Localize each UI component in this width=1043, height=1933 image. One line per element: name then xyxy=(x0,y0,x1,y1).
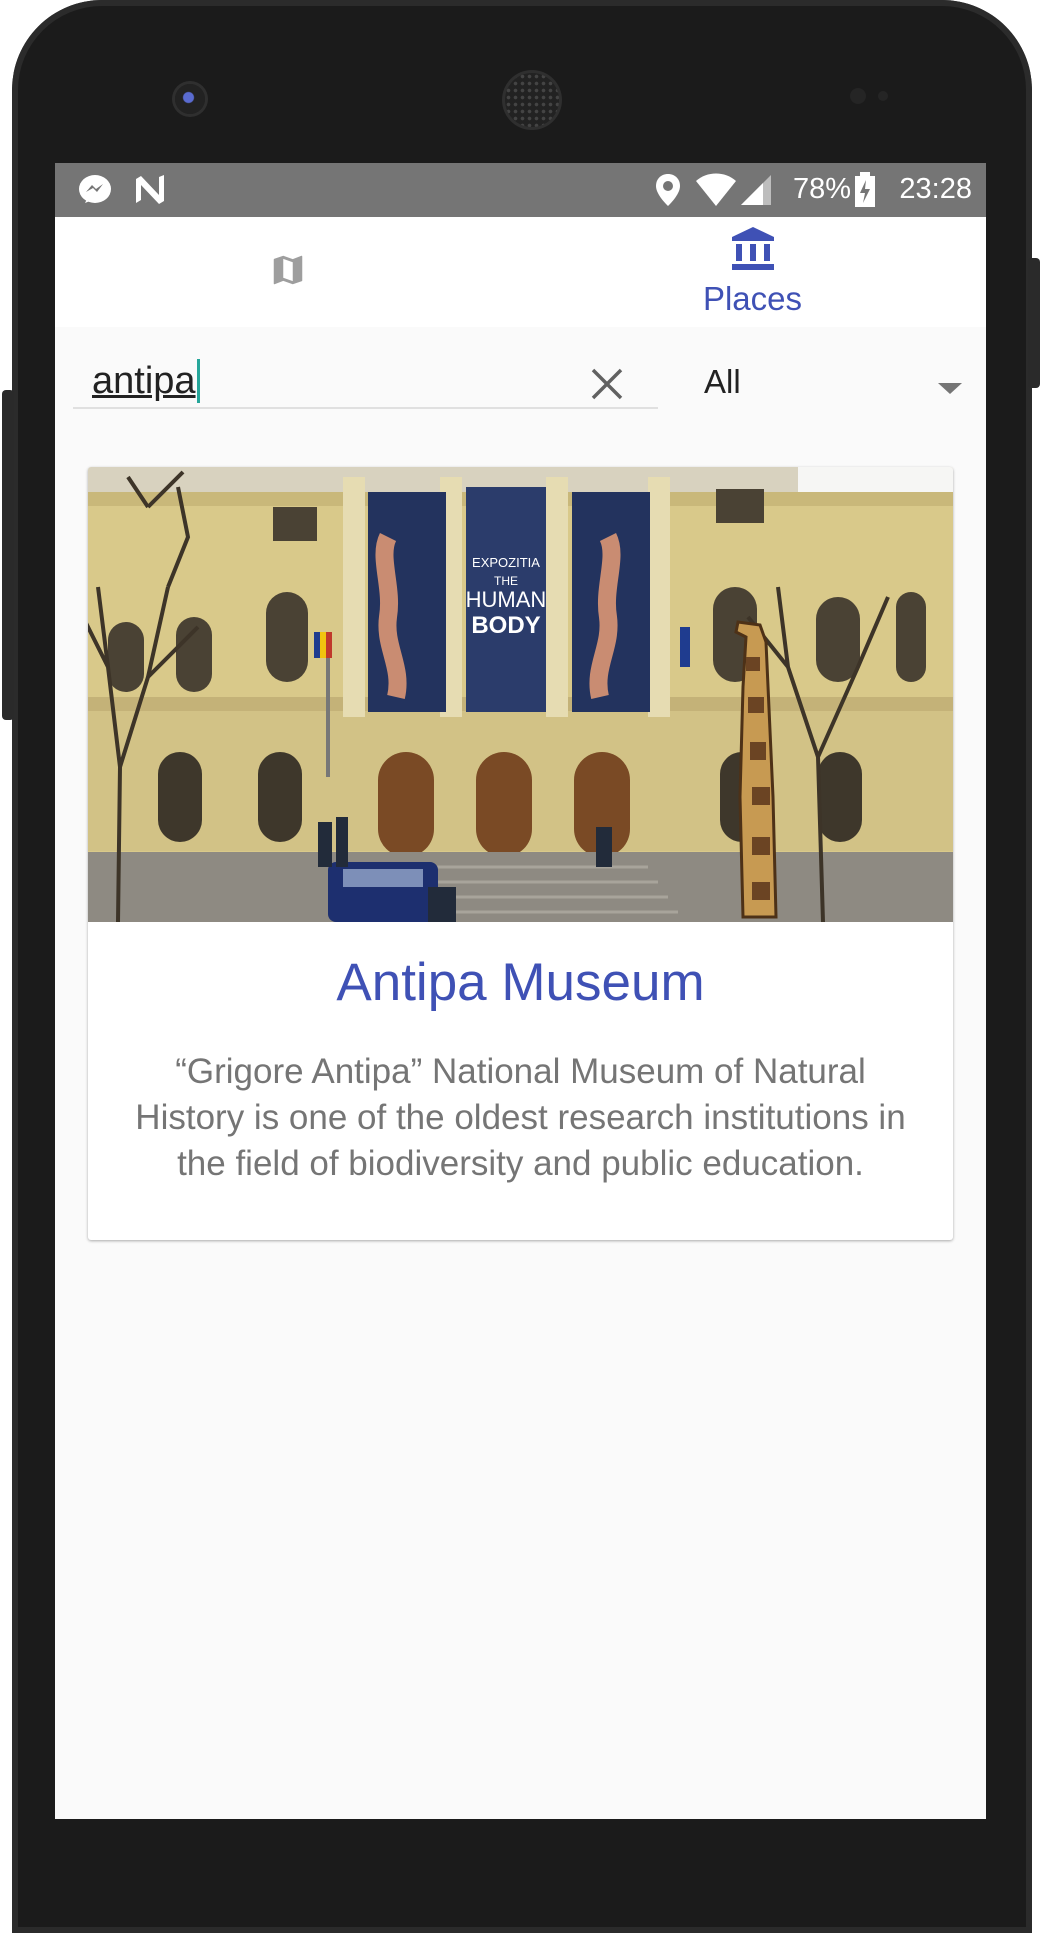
wifi-icon xyxy=(695,171,737,212)
place-card[interactable]: EXPOZITIA THE HUMAN BODY Antipa Museum “… xyxy=(88,467,953,1240)
banner-text-4: BODY xyxy=(471,612,540,639)
museum-facade-photo: EXPOZITIA THE HUMAN BODY xyxy=(88,467,953,922)
light-sensor xyxy=(878,91,888,101)
proximity-sensor xyxy=(850,88,866,104)
signal-icon xyxy=(739,173,773,212)
category-filter-value: All xyxy=(704,363,741,400)
dropdown-arrow-icon xyxy=(938,383,962,394)
tab-places[interactable]: Places xyxy=(520,217,985,327)
category-filter-select[interactable]: All xyxy=(693,345,963,407)
banner-text-3: HUMAN xyxy=(466,587,547,612)
n-app-icon xyxy=(133,173,167,212)
power-button xyxy=(1028,258,1040,388)
close-icon[interactable] xyxy=(590,367,624,405)
tab-bar: Places xyxy=(55,217,986,327)
earpiece-speaker xyxy=(505,73,559,127)
tab-places-label: Places xyxy=(702,280,803,317)
front-camera xyxy=(175,84,205,114)
tab-map[interactable] xyxy=(55,217,520,327)
battery-percent: 78% xyxy=(792,173,851,205)
messenger-icon xyxy=(77,173,113,214)
search-row: antipa All xyxy=(55,327,986,427)
banner-text-1: EXPOZITIA xyxy=(472,555,540,570)
status-bar: 78% 23:28 xyxy=(55,163,986,217)
place-title[interactable]: Antipa Museum xyxy=(88,952,953,1013)
search-input-value: antipa xyxy=(92,359,200,403)
banner-text-2: THE xyxy=(494,574,518,588)
screen: 78% 23:28 Places antipa All EXPOZITIA TH… xyxy=(55,163,986,1819)
location-icon xyxy=(655,173,681,212)
battery-charging-icon xyxy=(854,172,876,213)
search-input[interactable]: antipa xyxy=(73,345,658,409)
museum-icon xyxy=(729,226,777,276)
clock: 23:28 xyxy=(899,173,972,205)
map-icon xyxy=(269,251,307,293)
place-description: “Grigore Antipa” National Museum of Natu… xyxy=(135,1052,906,1183)
volume-buttons xyxy=(2,390,14,720)
